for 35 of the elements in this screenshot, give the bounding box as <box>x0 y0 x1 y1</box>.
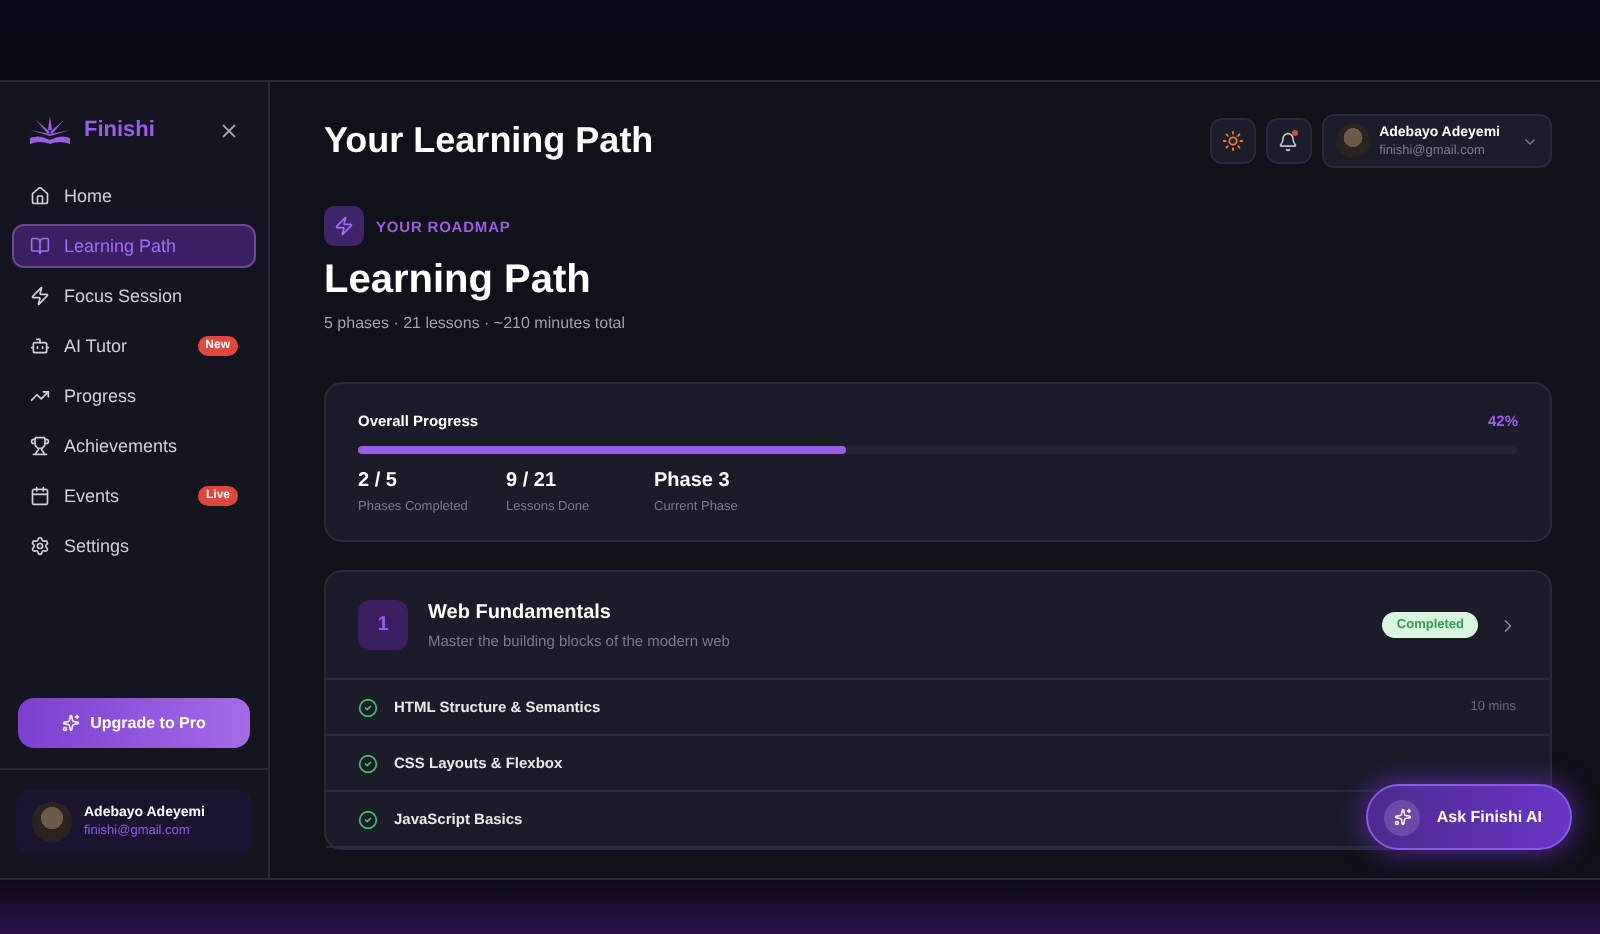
nav-item[interactable]: Progress <box>12 374 256 418</box>
path-summary: 5 phases · 21 lessons · ~210 minutes total <box>324 314 628 332</box>
bell-icon <box>1278 131 1299 151</box>
upgrade-button[interactable]: Upgrade to Pro <box>18 698 250 748</box>
theme-button[interactable] <box>1209 118 1256 164</box>
robot-icon <box>30 336 50 356</box>
brand-name: Finishi <box>84 118 157 142</box>
phase-number: 1 <box>358 600 408 650</box>
trend-icon <box>30 386 50 406</box>
home-icon <box>30 186 50 206</box>
settings-icon <box>30 536 50 556</box>
nav-item[interactable]: Achievements <box>12 424 256 468</box>
lightning-icon <box>30 286 50 306</box>
sparkle-icon <box>62 714 81 732</box>
trophy-icon <box>30 436 50 456</box>
ask-ai-button[interactable]: Ask Finishi AI <box>1366 784 1572 850</box>
phase-title: Web Fundamentals <box>428 601 613 623</box>
sun-icon <box>1221 130 1244 152</box>
nav-item[interactable]: Learning Path <box>12 224 256 268</box>
nav-item[interactable]: Focus Session <box>12 274 256 318</box>
nav-item[interactable]: Home <box>12 174 256 218</box>
close-icon[interactable] <box>218 119 240 141</box>
stat-value: Phase 3 <box>654 470 732 492</box>
sparkle-icon <box>1384 799 1421 835</box>
lightning-icon <box>324 206 364 246</box>
stat-value: 2 / 5 <box>358 470 399 492</box>
page-title: Your Learning Path <box>324 120 654 162</box>
nav-item[interactable]: Settings <box>12 524 256 568</box>
avatar <box>32 802 72 842</box>
section-title: Learning Path <box>324 258 593 304</box>
stat-value: 9 / 21 <box>506 470 559 492</box>
notification-button[interactable] <box>1265 118 1312 164</box>
book-icon <box>30 236 50 256</box>
calendar-icon <box>30 486 50 506</box>
book-logo-icon <box>28 114 72 146</box>
